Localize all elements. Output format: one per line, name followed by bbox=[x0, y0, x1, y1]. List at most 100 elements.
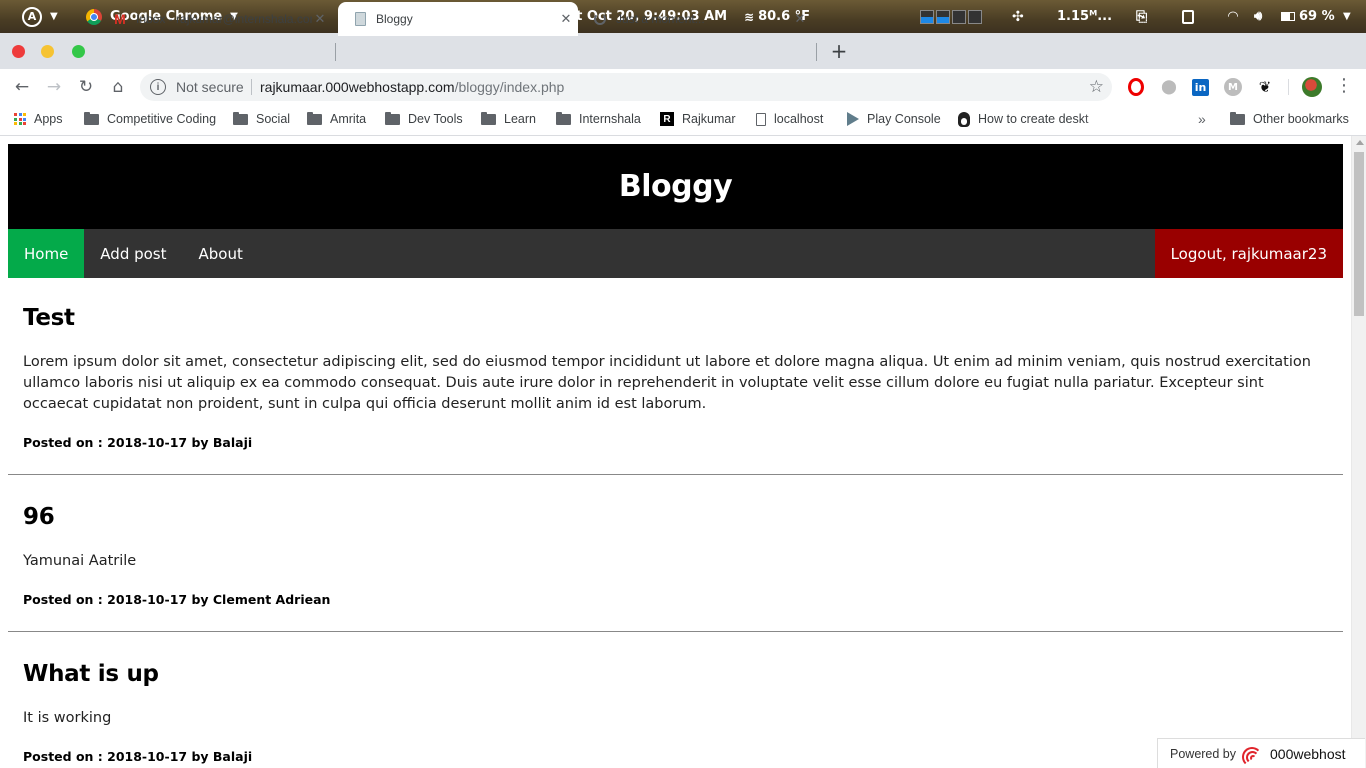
chevron-double-right-icon[interactable]: » bbox=[1198, 105, 1206, 133]
new-tab-button[interactable]: + bbox=[828, 33, 850, 69]
more-menu-icon[interactable]: ⋮ bbox=[1334, 75, 1354, 97]
folder-icon bbox=[385, 111, 400, 125]
bloggy-site: Bloggy Home Add post About Logout, rajku… bbox=[8, 144, 1343, 764]
bookmark-label: Other bookmarks bbox=[1253, 112, 1349, 126]
nav-add-post[interactable]: Add post bbox=[84, 229, 182, 278]
clipboard-icon[interactable]: ⎘ bbox=[1136, 0, 1147, 33]
folder-icon bbox=[1230, 111, 1245, 125]
bookmark-play-console[interactable]: Play Console bbox=[847, 105, 941, 133]
system-monitor[interactable] bbox=[920, 0, 982, 33]
tab-strip bbox=[0, 33, 1366, 69]
folder-icon bbox=[556, 111, 571, 125]
close-icon[interactable]: ✕ bbox=[312, 11, 328, 27]
post-meta: Posted on : 2018-10-17 by Balaji bbox=[23, 435, 253, 450]
indicator-icon[interactable] bbox=[1182, 0, 1196, 33]
bookmark-label: Amrita bbox=[330, 112, 367, 126]
tab-title: Inbox - rajkumar@internshala.com bbox=[136, 12, 312, 26]
address-bar[interactable]: i Not secure rajkumaar.000webhostapp.com… bbox=[140, 73, 1112, 101]
folder-icon bbox=[481, 111, 496, 125]
bookmark-rajkumar[interactable]: R Rajkumar bbox=[660, 105, 736, 133]
home-button[interactable]: ⌂ bbox=[106, 75, 130, 99]
window-minimize-button[interactable] bbox=[41, 45, 54, 58]
post-meta: Posted on : 2018-10-17 by Balaji bbox=[23, 749, 253, 764]
back-button[interactable]: ← bbox=[10, 75, 34, 99]
bookmark-folder[interactable]: Amrita bbox=[307, 105, 366, 133]
bookmark-label: How to create deskt bbox=[978, 112, 1089, 126]
tab-gmail[interactable]: M Inbox - rajkumar@internshala.com ✕ bbox=[100, 2, 332, 36]
bookmark-other[interactable]: Other bookmarks bbox=[1230, 105, 1349, 133]
activities-icon[interactable]: A bbox=[22, 0, 44, 33]
volume-icon[interactable]: 🔊︎ bbox=[1254, 0, 1262, 33]
blog-post: Test Lorem ipsum dolor sit amet, consect… bbox=[8, 305, 1343, 450]
url-text[interactable]: rajkumaar.000webhostapp.com/bloggy/index… bbox=[260, 79, 564, 95]
security-label[interactable]: Not secure bbox=[176, 79, 244, 95]
bookmark-folder[interactable]: Competitive Coding bbox=[84, 105, 216, 133]
folder-icon bbox=[84, 111, 99, 125]
blog-post: What is up It is working Posted on : 201… bbox=[8, 661, 1343, 764]
post-body: It is working bbox=[23, 710, 112, 726]
close-icon[interactable]: ✕ bbox=[792, 11, 808, 27]
bookmark-folder[interactable]: Learn bbox=[481, 105, 536, 133]
post-body: Yamunai Aatrile bbox=[23, 553, 137, 569]
tab-separator bbox=[816, 43, 817, 61]
m-extension-icon[interactable]: M bbox=[1224, 78, 1242, 96]
cpufreq-icon[interactable]: ✣ bbox=[1012, 0, 1024, 33]
loading-spinner-icon bbox=[592, 11, 608, 27]
wifi-icon[interactable]: ◠ bbox=[1228, 0, 1238, 33]
folder-icon bbox=[233, 111, 248, 125]
divider bbox=[1288, 79, 1289, 95]
android-extension-icon[interactable]: ⬤ bbox=[1160, 78, 1178, 96]
vertical-scrollbar[interactable] bbox=[1351, 136, 1366, 768]
close-icon[interactable]: ✕ bbox=[558, 11, 574, 27]
bookmark-localhost[interactable]: localhost bbox=[756, 105, 823, 133]
powered-by-brand: 000webhost bbox=[1270, 745, 1346, 762]
scroll-up-arrow-icon[interactable] bbox=[1356, 140, 1364, 145]
page-viewport[interactable]: Bloggy Home Add post About Logout, rajku… bbox=[0, 136, 1366, 768]
gnome-extension-icon[interactable]: ❦ bbox=[1256, 78, 1274, 96]
battery-indicator[interactable]: 69 % bbox=[1281, 0, 1335, 33]
reload-button[interactable]: ↻ bbox=[74, 75, 98, 99]
linkedin-extension-icon[interactable]: in bbox=[1192, 79, 1209, 96]
blog-post: 96 Yamunai Aatrile Posted on : 2018-10-1… bbox=[8, 504, 1343, 607]
gmail-icon: M bbox=[114, 11, 126, 27]
site-nav: Home Add post About Logout, rajkumaar23 bbox=[8, 229, 1343, 278]
post-divider bbox=[8, 474, 1343, 475]
chevron-down-icon[interactable]: ▼ bbox=[50, 0, 58, 33]
folder-icon bbox=[307, 111, 322, 125]
info-icon[interactable]: i bbox=[150, 79, 166, 95]
nav-home[interactable]: Home bbox=[8, 229, 85, 278]
bookmark-folder[interactable]: Social bbox=[233, 105, 290, 133]
chevron-down-icon[interactable]: ▼ bbox=[1343, 0, 1351, 33]
tab-just-a-moment[interactable]: Just a moment... ✕ bbox=[584, 2, 812, 36]
forward-button[interactable]: → bbox=[42, 75, 66, 99]
bookmark-label: Internshala bbox=[579, 112, 641, 126]
window-maximize-button[interactable] bbox=[72, 45, 85, 58]
bookmark-apps[interactable]: Apps bbox=[14, 105, 63, 133]
url-host: rajkumaar.000webhostapp.com bbox=[260, 79, 455, 95]
window-close-button[interactable] bbox=[12, 45, 25, 58]
post-divider bbox=[8, 631, 1343, 632]
bookmark-label: Competitive Coding bbox=[107, 112, 217, 126]
bookmark-label: localhost bbox=[774, 112, 824, 126]
network-speed[interactable]: 1.15ᴹ... bbox=[1057, 0, 1112, 33]
scrollbar-thumb[interactable] bbox=[1354, 152, 1364, 316]
bookmark-label: Social bbox=[256, 112, 291, 126]
bookmark-folder[interactable]: Dev Tools bbox=[385, 105, 463, 133]
post-title: 96 bbox=[23, 504, 55, 530]
powered-by-label: Powered by bbox=[1170, 746, 1237, 761]
bookmark-star-icon[interactable]: ☆ bbox=[1089, 77, 1104, 97]
tab-bloggy[interactable]: Bloggy ✕ bbox=[338, 2, 578, 36]
profile-avatar[interactable] bbox=[1302, 77, 1322, 97]
nav-about[interactable]: About bbox=[183, 229, 259, 278]
post-meta: Posted on : 2018-10-17 by Clement Adriea… bbox=[23, 592, 331, 607]
opera-extension-icon[interactable] bbox=[1128, 78, 1144, 96]
tab-title: Bloggy bbox=[376, 12, 413, 26]
powered-by-badge[interactable]: Powered by 000webhost bbox=[1157, 738, 1365, 768]
logout-button[interactable]: Logout, rajkumaar23 bbox=[1154, 229, 1343, 278]
cpu-graph-icon bbox=[936, 9, 950, 24]
bookmark-folder[interactable]: Internshala bbox=[556, 105, 641, 133]
battery-percent: 69 % bbox=[1299, 9, 1335, 24]
mem-graph-icon bbox=[952, 9, 966, 24]
tab-title: Just a moment... bbox=[616, 12, 705, 26]
bookmark-how-to-create[interactable]: How to create deskt bbox=[958, 105, 1110, 133]
